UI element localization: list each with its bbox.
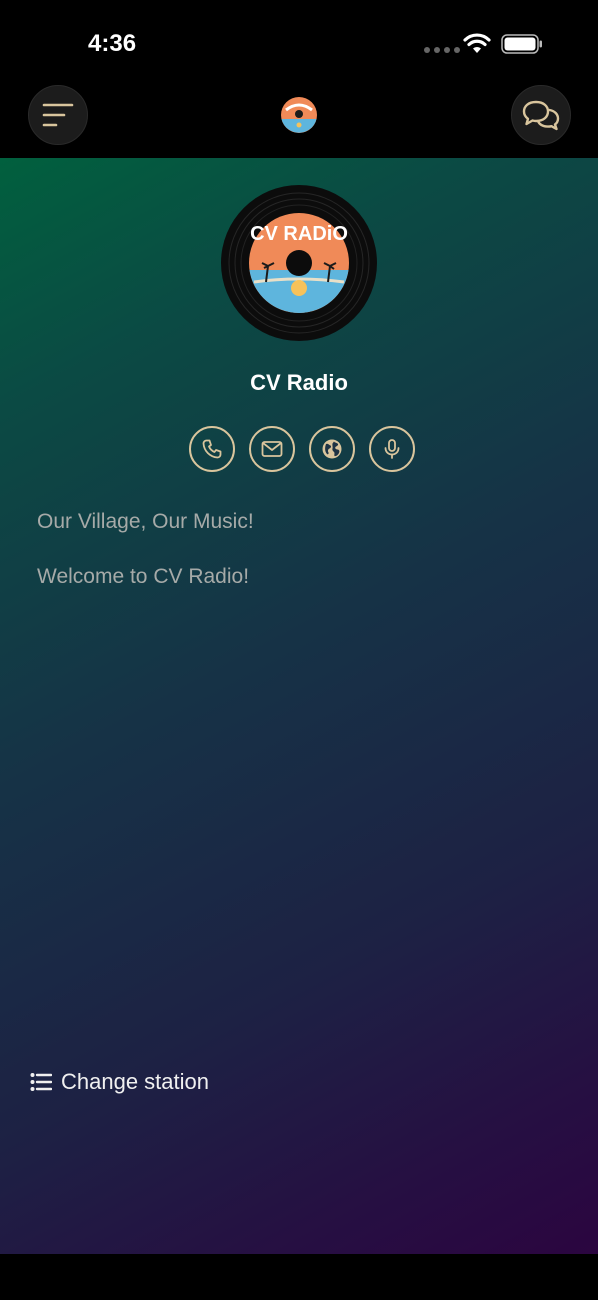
station-detail-panel: CV RADiO CV Radio Our Village, Our Music… (0, 158, 598, 1254)
battery-icon (501, 34, 542, 54)
microphone-icon (384, 439, 400, 459)
station-welcome: Welcome to CV Radio! (37, 565, 250, 588)
status-bar: 4:36 (0, 0, 598, 88)
bottom-safe-area (0, 1254, 598, 1300)
app-screen: 4:36 CV RADiO CV Radio Our Village, Our … (0, 0, 598, 1300)
microphone-button[interactable] (369, 426, 415, 472)
list-icon (30, 1073, 52, 1091)
contact-actions (189, 426, 415, 472)
station-logo-vinyl: CV RADiO (221, 185, 377, 341)
mail-icon (261, 441, 283, 457)
website-button[interactable] (309, 426, 355, 472)
status-time: 4:36 (88, 30, 137, 57)
email-button[interactable] (249, 426, 295, 472)
wifi-icon (463, 33, 491, 53)
logo-text: CV RADiO (250, 223, 348, 245)
menu-button[interactable] (28, 85, 88, 145)
chat-bubbles-icon (522, 100, 560, 131)
change-station-label: Change station (61, 1069, 209, 1094)
signal-dots-icon (424, 47, 460, 53)
cv-radio-logo (281, 97, 317, 133)
phone-icon (202, 439, 222, 459)
station-tagline: Our Village, Our Music! (37, 510, 254, 533)
globe-icon (322, 439, 342, 459)
chat-button[interactable] (511, 85, 571, 145)
station-name: CV Radio (250, 370, 348, 395)
call-button[interactable] (189, 426, 235, 472)
nav-bar (0, 85, 598, 158)
change-station-button[interactable]: Change station (30, 1069, 209, 1095)
menu-icon (42, 103, 74, 127)
